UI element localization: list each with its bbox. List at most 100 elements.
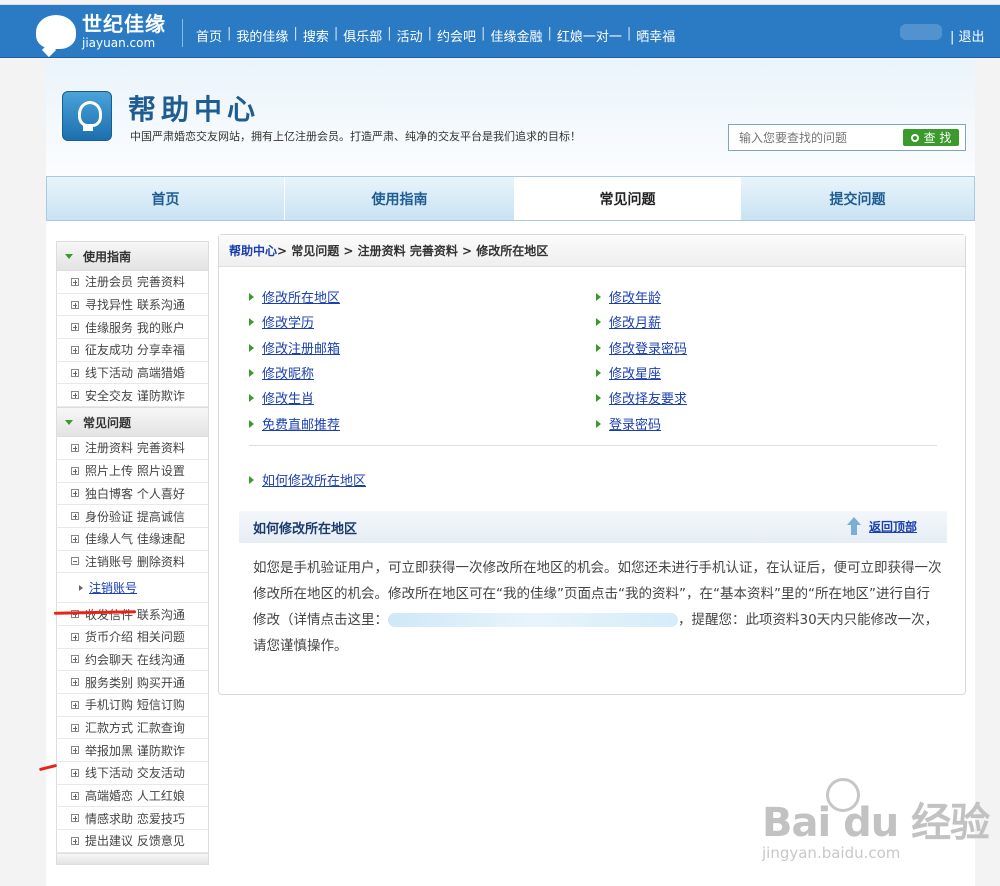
faq-link[interactable]: 修改学历	[249, 312, 314, 331]
tab-guide[interactable]: 使用指南	[285, 177, 515, 220]
sidebar-item[interactable]: 寻找异性 联系沟通	[56, 293, 209, 317]
plus-icon	[71, 323, 79, 332]
lightbulb-icon	[62, 91, 112, 141]
sidebar-section-guide[interactable]: 使用指南	[56, 241, 209, 271]
sidebar-subitem-delete-account[interactable]: 注销账号	[56, 573, 209, 604]
sidebar-item[interactable]: 举报加黑 谨防欺诈	[56, 739, 209, 763]
nav-matchmaker[interactable]: 红娘一对一	[557, 26, 622, 45]
search-icon	[910, 133, 919, 142]
logo-text: 世纪佳缘	[82, 12, 166, 36]
plus-icon	[71, 678, 79, 687]
breadcrumb: 帮助中心 > 常见问题 > 注册资料 完善资料 > 修改所在地区	[219, 235, 965, 267]
nav-search[interactable]: 搜索	[303, 26, 329, 45]
arrow-icon	[596, 419, 601, 428]
divider	[249, 445, 937, 446]
search-button[interactable]: 查 找	[903, 129, 959, 146]
watermark-brand: Bai du 经验	[762, 800, 990, 846]
plus-icon	[71, 466, 79, 475]
logo-mascot-icon	[36, 14, 76, 49]
sidebar-section-faq[interactable]: 常见问题	[56, 407, 209, 438]
sidebar-item[interactable]: 佳缘服务 我的账户	[56, 316, 209, 340]
plus-icon	[71, 655, 79, 664]
search-input[interactable]	[737, 129, 885, 146]
site-logo[interactable]: 世纪佳缘 jiayuan.com	[36, 14, 166, 49]
sidebar-item[interactable]: 收发信件 联系沟通	[56, 603, 209, 626]
faq-link[interactable]: 免费直邮推荐	[249, 414, 340, 433]
sidebar-item[interactable]: 征友成功 分享幸福	[56, 339, 209, 362]
nav-happiness[interactable]: 晒幸福	[636, 26, 675, 45]
blurred-url[interactable]	[388, 613, 678, 627]
nav-finance[interactable]: 佳缘金融	[490, 26, 542, 45]
plus-icon	[71, 489, 79, 498]
nav-home[interactable]: 首页	[196, 26, 222, 45]
breadcrumb-path: > 常见问题 > 注册资料 完善资料 > 修改所在地区	[277, 244, 549, 258]
answer-text: 如您是手机验证用户，可立即获得一次修改所在地区的机会。如您还未进行手机认证，在认…	[253, 560, 942, 654]
arrow-icon	[596, 393, 601, 402]
nav-my-jiayuan[interactable]: 我的佳缘	[236, 26, 288, 45]
sidebar: 使用指南 注册会员 完善资料 寻找异性 联系沟通 佳缘服务 我的账户 征友成功 …	[56, 241, 209, 865]
arrow-icon	[249, 393, 254, 402]
sidebar-item[interactable]: 身份验证 提高诚信	[56, 505, 209, 528]
sidebar-item-delete-account[interactable]: 注销账号 删除资料	[56, 550, 209, 574]
faq-link[interactable]: 修改月薪	[596, 312, 661, 331]
browser-tab-strip	[0, 0, 1000, 5]
sidebar-item[interactable]: 提出建议 反馈意见	[56, 830, 209, 853]
plus-icon	[71, 443, 79, 452]
sidebar-item[interactable]: 安全交友 谨防欺诈	[56, 384, 209, 408]
expand-triangle-icon	[65, 419, 73, 425]
faq-link[interactable]: 修改登录密码	[596, 338, 687, 357]
sidebar-item[interactable]: 佳缘人气 佳缘速配	[56, 527, 209, 551]
plus-icon	[71, 768, 79, 777]
nav-dating[interactable]: 约会吧	[437, 26, 476, 45]
plus-icon	[71, 368, 79, 377]
sidebar-item[interactable]: 注册会员 完善资料	[56, 271, 209, 294]
faq-link[interactable]: 修改择友要求	[596, 388, 687, 407]
sidebar-item[interactable]: 情感求助 恋爱技巧	[56, 807, 209, 831]
faq-link[interactable]: 修改所在地区	[249, 287, 340, 306]
plus-icon	[71, 512, 79, 521]
arrow-icon	[596, 368, 601, 377]
tab-home[interactable]: 首页	[47, 177, 285, 220]
tab-submit[interactable]: 提交问题	[741, 177, 974, 220]
help-banner: 帮助中心 中国严肃婚恋交友网站，拥有上亿注册会员。打造严肃、纯净的交友平台是我们…	[46, 58, 975, 176]
faq-link[interactable]: 修改注册邮箱	[249, 338, 340, 357]
sidebar-item[interactable]: 线下活动 交友活动	[56, 762, 209, 785]
faq-link[interactable]: 修改生肖	[249, 388, 314, 407]
nav-separator	[182, 19, 183, 47]
faq-link[interactable]: 修改昵称	[249, 363, 314, 382]
page-container: 帮助中心 中国严肃婚恋交友网站，拥有上亿注册会员。打造严肃、纯净的交友平台是我们…	[46, 58, 975, 886]
faq-link[interactable]: 登录密码	[596, 414, 661, 433]
logo-domain: jiayuan.com	[82, 36, 156, 50]
plus-icon	[71, 814, 79, 823]
sidebar-item[interactable]: 照片上传 照片设置	[56, 459, 209, 483]
sidebar-item[interactable]: 货币介绍 相关问题	[56, 625, 209, 649]
tab-faq[interactable]: 常见问题	[515, 177, 741, 220]
nav-activity[interactable]: 活动	[397, 26, 423, 45]
faq-link[interactable]: 修改年龄	[596, 287, 661, 306]
sidebar-item[interactable]: 高端婚恋 人工红娘	[56, 784, 209, 808]
breadcrumb-home[interactable]: 帮助中心	[229, 242, 277, 259]
bullet-icon	[79, 584, 83, 591]
arrow-icon	[596, 292, 601, 301]
faq-link[interactable]: 修改星座	[596, 363, 661, 382]
sidebar-item[interactable]: 注册资料 完善资料	[56, 437, 209, 460]
sidebar-item[interactable]: 线下活动 高端猎婚	[56, 361, 209, 385]
plus-icon	[71, 391, 79, 400]
plus-icon	[71, 345, 79, 354]
sidebar-item[interactable]: 服务类别 购买开通	[56, 671, 209, 694]
nav-club[interactable]: 俱乐部	[343, 26, 382, 45]
sidebar-item[interactable]: 独白博客 个人喜好	[56, 482, 209, 506]
logout-link[interactable]: | 退出	[950, 26, 985, 45]
plus-icon	[71, 791, 79, 800]
sidebar-item[interactable]: 约会聊天 在线沟通	[56, 648, 209, 672]
sidebar-footer	[56, 852, 209, 865]
sidebar-item[interactable]: 手机订购 短信订购	[56, 694, 209, 717]
back-to-top-link[interactable]: 返回顶部	[847, 517, 917, 535]
help-tabs: 首页 使用指南 常见问题 提交问题	[46, 176, 975, 221]
help-search: 查 找	[728, 124, 966, 151]
related-link[interactable]: 如何修改所在地区	[249, 470, 366, 489]
plus-icon	[71, 700, 79, 709]
arrow-icon	[596, 317, 601, 326]
arrow-icon	[249, 317, 254, 326]
sidebar-item[interactable]: 汇款方式 汇款查询	[56, 716, 209, 740]
